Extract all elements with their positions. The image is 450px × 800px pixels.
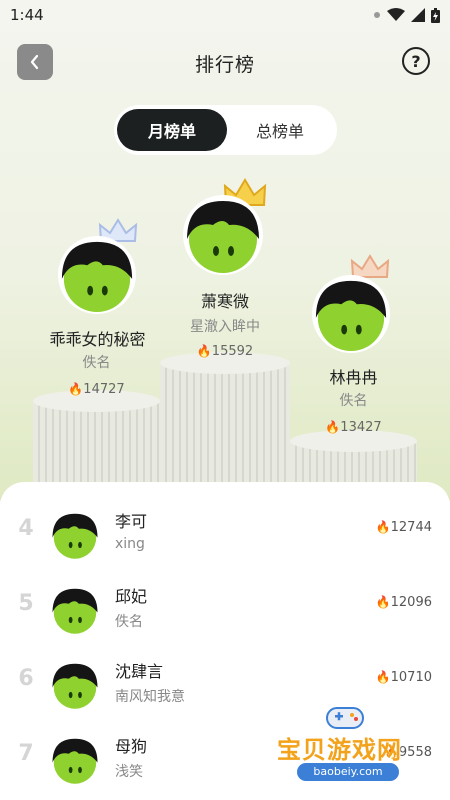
row-name: 沈肆言 xyxy=(115,662,164,681)
flame-icon: 🔥 xyxy=(375,520,391,534)
podium-second-name: 乖乖女的秘密 xyxy=(49,330,146,349)
score-value: 12744 xyxy=(390,520,432,535)
row-score: 🔥12096 xyxy=(376,595,432,610)
pedestal-body xyxy=(160,362,290,482)
status-time: 1:44 xyxy=(10,6,44,24)
row-name: 邱妃 xyxy=(115,587,148,606)
watermark-logo: 宝贝游戏网 baobeiy.com xyxy=(275,700,425,790)
avatar-first[interactable] xyxy=(183,195,263,275)
avatar[interactable] xyxy=(50,660,100,710)
cell-signal-icon xyxy=(411,8,425,22)
podium-third-score: 🔥13427 xyxy=(290,420,417,435)
score-value: 15592 xyxy=(211,344,254,359)
podium-third-subtitle: 佚名 xyxy=(339,393,368,409)
rank-number: 5 xyxy=(18,591,34,616)
tab-total[interactable]: 总榜单 xyxy=(225,109,335,151)
tab-monthly[interactable]: 月榜单 xyxy=(117,109,227,151)
row-subtitle: 南风知我意 xyxy=(115,689,185,705)
score-value: 12096 xyxy=(390,595,432,610)
row-name: 母狗 xyxy=(115,737,148,756)
flame-icon: 🔥 xyxy=(375,670,391,684)
wifi-icon xyxy=(387,8,405,21)
pedestal-body xyxy=(33,400,160,482)
page-title: 排行榜 xyxy=(194,54,255,76)
row-score: 🔥10710 xyxy=(376,670,432,685)
gamepad-icon xyxy=(326,707,364,729)
podium-first-score: 🔥15592 xyxy=(160,344,290,359)
list-item[interactable]: 5 邱妃 佚名 🔥12096 xyxy=(0,567,450,643)
status-bar: 1:44 xyxy=(0,0,450,30)
rank-number: 4 xyxy=(18,516,34,541)
avatar[interactable] xyxy=(50,585,100,635)
pedestal-third xyxy=(290,430,417,482)
ranking-tabs: 月榜单 总榜单 xyxy=(114,105,337,155)
avatar[interactable] xyxy=(50,510,100,560)
row-score: 🔥12744 xyxy=(376,520,432,535)
watermark-text: 宝贝游戏网 xyxy=(277,736,402,764)
avatar-second[interactable] xyxy=(58,236,136,314)
watermark-url: baobeiy.com xyxy=(297,763,399,781)
header: 排行榜 ? xyxy=(0,42,450,82)
avatar[interactable] xyxy=(50,735,100,785)
signal-dot-icon xyxy=(374,12,380,18)
rank-number: 6 xyxy=(18,666,34,691)
podium-third-name: 林冉冉 xyxy=(329,368,378,387)
row-subtitle: 佚名 xyxy=(115,614,143,630)
flame-icon: 🔥 xyxy=(375,595,391,609)
row-subtitle: xing xyxy=(115,536,145,552)
score-value: 13427 xyxy=(340,420,382,435)
avatar-third[interactable] xyxy=(312,275,390,353)
pedestal-first xyxy=(160,352,290,482)
list-item[interactable]: 4 李可 xing 🔥12744 xyxy=(0,492,450,568)
row-subtitle: 浅笑 xyxy=(115,764,143,780)
status-icons xyxy=(373,7,440,23)
flame-icon: 🔥 xyxy=(196,344,212,358)
pedestal-second xyxy=(33,390,160,482)
podium-second-score: 🔥14727 xyxy=(33,382,160,397)
flame-icon: 🔥 xyxy=(68,382,84,396)
podium-second-subtitle: 佚名 xyxy=(82,355,111,371)
rank-number: 7 xyxy=(18,741,34,766)
help-button[interactable]: ? xyxy=(402,47,430,75)
flame-icon: 🔥 xyxy=(325,420,341,434)
podium-first-name: 萧寒微 xyxy=(200,292,249,311)
score-value: 14727 xyxy=(83,382,125,397)
podium-first-subtitle: 星澈入眸中 xyxy=(190,319,260,335)
battery-icon xyxy=(431,7,440,23)
score-value: 10710 xyxy=(390,670,432,685)
row-name: 李可 xyxy=(115,512,148,531)
help-icon: ? xyxy=(411,51,421,71)
